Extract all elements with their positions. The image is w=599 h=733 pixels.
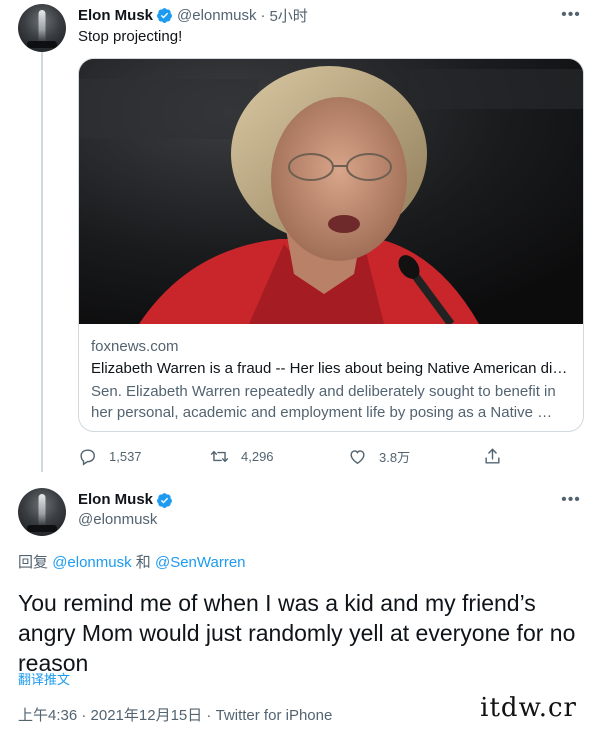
tweet-time[interactable]: 5小时 [269, 5, 307, 26]
reply-count: 1,537 [109, 448, 142, 464]
more-options-icon[interactable]: ••• [561, 490, 581, 510]
like-icon [350, 449, 365, 464]
reply-prefix: 回复 [18, 554, 49, 571]
share-button[interactable] [483, 444, 514, 468]
card-photo-illustration [79, 59, 583, 324]
avatar[interactable] [18, 4, 66, 52]
retweet-button[interactable]: 4,296 [210, 444, 274, 468]
mention-link[interactable]: @elonmusk [52, 554, 131, 571]
tweet-action-bar: 1,537 4,296 3.8万 [78, 444, 508, 468]
tweet-text: You remind me of when I was a kid and my… [18, 590, 576, 676]
card-domain: foxnews.com [91, 338, 179, 355]
author-name[interactable]: Elon Musk [78, 7, 153, 24]
tweet-timestamp-source[interactable]: 上午4:36 · 2021年12月15日 · Twitter for iPhon… [18, 706, 332, 726]
tweet-text: Stop projecting! [78, 28, 183, 45]
thread-connector-line [41, 52, 43, 472]
separator-dot: · [260, 6, 266, 24]
retweet-count: 4,296 [241, 448, 274, 464]
author-handle[interactable]: @elonmusk [78, 510, 177, 530]
tweet-header: Elon Musk @elonmusk · 5小时 [78, 5, 579, 25]
retweet-icon [210, 450, 229, 462]
author-handle[interactable]: @elonmusk [177, 7, 256, 24]
card-description: Sen. Elizabeth Warren repeatedly and del… [91, 383, 556, 421]
more-options-icon[interactable]: ••• [561, 5, 581, 25]
card-title: Elizabeth Warren is a fraud -- Her lies … [91, 360, 571, 377]
mention-link[interactable]: @SenWarren [155, 554, 246, 571]
like-button[interactable]: 3.8万 [348, 444, 410, 468]
avatar-rocket-image [38, 9, 46, 44]
replying-to: 回复 @elonmusk 和 @SenWarren [18, 553, 246, 573]
avatar-rocket-image [38, 493, 46, 528]
card-image [79, 59, 583, 324]
verified-badge-icon [157, 7, 172, 23]
avatar[interactable] [18, 488, 66, 536]
translate-tweet-link[interactable]: 翻译推文 [18, 672, 70, 688]
reply-button[interactable]: 1,537 [78, 444, 142, 468]
link-preview-card[interactable]: foxnews.com Elizabeth Warren is a fraud … [78, 58, 584, 432]
author-name[interactable]: Elon Musk [78, 490, 153, 510]
share-icon [485, 448, 500, 464]
reply-icon [80, 448, 95, 466]
like-count: 3.8万 [379, 449, 411, 465]
watermark: itdw.cr [476, 693, 581, 723]
reply-and: 和 [135, 554, 151, 571]
verified-badge-icon [157, 492, 172, 508]
tweet-header: Elon Musk @elonmusk [78, 490, 177, 530]
